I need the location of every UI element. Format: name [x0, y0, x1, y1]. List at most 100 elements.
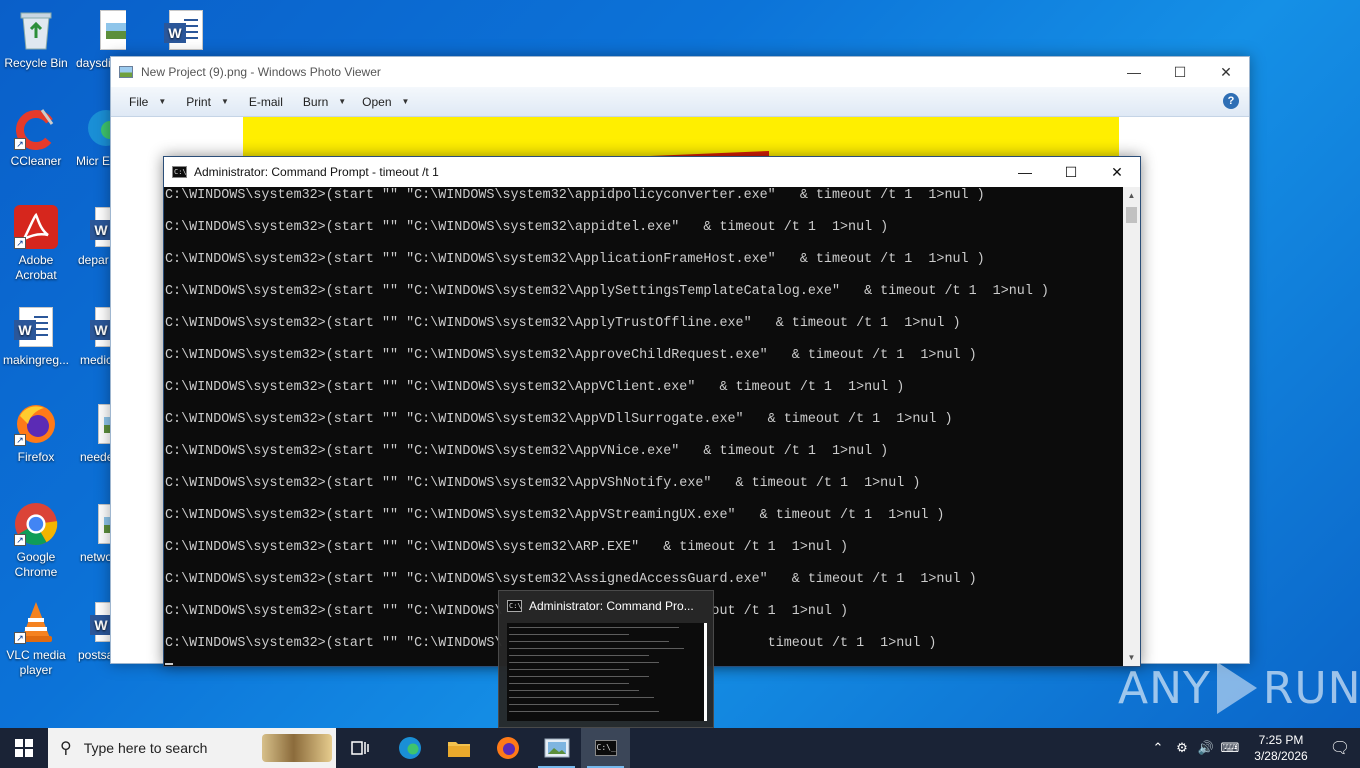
taskbar-command-prompt[interactable]: C:\_ — [581, 728, 630, 768]
start-button[interactable] — [0, 728, 48, 768]
acrobat-icon: ↗ — [14, 205, 58, 249]
console-line: C:\WINDOWS\system32>(start "" "C:\WINDOW… — [165, 316, 961, 331]
desktop-icon-makingreg[interactable]: W makingreg... — [0, 305, 72, 368]
chevron-down-icon: ▼ — [401, 97, 410, 106]
desktop-icon-label: Firefox — [17, 450, 55, 464]
desktop-icon-label: Adobe Acrobat — [15, 253, 57, 282]
play-icon — [1216, 662, 1257, 714]
taskbar-edge[interactable] — [385, 728, 434, 768]
photo-viewer-titlebar[interactable]: New Project (9).png - Windows Photo View… — [111, 57, 1249, 87]
scroll-up-icon[interactable]: ▲ — [1123, 187, 1140, 204]
desktop-icon-label: neede — [80, 450, 114, 464]
clock-date: 3/28/2026 — [1254, 749, 1308, 763]
desktop-icon-word-doc[interactable]: W — [150, 8, 222, 56]
console-line: C:\WINDOWS\system32>(start "" "C:\WINDOW… — [165, 284, 1049, 299]
cmd-titlebar[interactable]: C:\ Administrator: Command Prompt - time… — [164, 157, 1140, 187]
scrollbar-thumb[interactable] — [1126, 207, 1137, 223]
task-view-icon — [350, 741, 369, 755]
search-highlight-image — [262, 734, 332, 762]
desktop-icon-vlc[interactable]: ↗ VLC media player — [0, 600, 72, 678]
recycle-bin-icon — [14, 8, 58, 52]
taskbar-photo-viewer[interactable] — [532, 728, 581, 768]
desktop-icon-adobe-acrobat[interactable]: ↗ Adobe Acrobat — [0, 205, 72, 283]
desktop-icon-label: depar — [78, 253, 109, 267]
console-line: C:\WINDOWS\system32>(start "" "C:\WINDOW… — [165, 476, 921, 491]
command-prompt-icon: C:\ — [507, 600, 522, 612]
close-button[interactable]: ✕ — [1203, 57, 1249, 87]
photo-viewer-icon — [119, 66, 133, 78]
search-placeholder: Type here to search — [83, 740, 208, 756]
desktop-icon-label: medic — [80, 353, 113, 367]
photo-viewer-menubar: File ▼ Print ▼ E-mail Burn ▼ Open ▼ — [111, 87, 1249, 117]
console-line: C:\WINDOWS\system32>(start "" "C:\WINDOW… — [165, 220, 889, 235]
desktop-icon-label: daysdi — [76, 56, 111, 70]
system-tray: ⌃ ⚙ 🔊 ⌨ 7:25 PM 3/28/2026 🗨 — [1146, 728, 1360, 768]
taskbar-file-explorer[interactable] — [434, 728, 483, 768]
preview-title: Administrator: Command Pro... — [529, 599, 694, 613]
command-prompt-icon: C:\_ — [594, 740, 617, 756]
console-line: C:\WINDOWS\system32>(start "" "C:\WINDOW… — [165, 508, 945, 523]
desktop-icon-recycle-bin[interactable]: Recycle Bin — [0, 8, 72, 71]
anyrun-watermark: ANY RUN — [1118, 662, 1360, 714]
watermark-text-right: RUN — [1262, 662, 1360, 714]
task-view-button[interactable] — [336, 728, 385, 768]
console-line: C:\WINDOWS\system32>(start "" "C:\WINDOW… — [165, 412, 953, 427]
firefox-icon — [496, 737, 519, 759]
word-document-icon: W — [164, 8, 208, 52]
menu-burn[interactable]: Burn ▼ — [293, 87, 356, 117]
taskbar-thumbnail-preview[interactable]: C:\ Administrator: Command Pro... — [498, 590, 714, 728]
console-scrollbar[interactable]: ▲ ▼ — [1123, 187, 1140, 666]
chevron-down-icon: ▼ — [220, 97, 229, 106]
chevron-down-icon: ▼ — [158, 97, 167, 106]
menu-email[interactable]: E-mail — [239, 87, 293, 117]
menu-open[interactable]: Open ▼ — [356, 87, 419, 117]
desktop-icon-ccleaner[interactable]: ↗ CCleaner — [0, 106, 72, 169]
desktop-icon-label: VLC media player — [6, 648, 66, 677]
menu-label: Print — [186, 94, 211, 109]
keyboard-icon[interactable]: ⌨ — [1218, 740, 1242, 756]
watermark-text-left: ANY — [1118, 662, 1211, 714]
help-icon[interactable]: ? — [1223, 93, 1239, 109]
desktop-icon-google-chrome[interactable]: ↗ Google Chrome — [0, 502, 72, 580]
vlc-icon: ↗ — [14, 600, 58, 644]
menu-label: E-mail — [248, 94, 283, 109]
desktop-icon-label: Google Chrome — [14, 550, 58, 579]
chevron-up-icon[interactable]: ⌃ — [1146, 740, 1170, 756]
search-icon: ⚲ — [60, 740, 72, 757]
maximize-button[interactable]: ☐ — [1048, 157, 1094, 187]
image-file-icon — [94, 8, 126, 52]
close-button[interactable]: ✕ — [1094, 157, 1140, 187]
taskbar-search-box[interactable]: ⚲ Type here to search — [48, 728, 336, 768]
desktop-icon-label: makingreg... — [2, 353, 70, 367]
taskbar-firefox[interactable] — [483, 728, 532, 768]
notification-icon[interactable]: 🗨 — [1320, 738, 1360, 758]
menu-print[interactable]: Print ▼ — [176, 87, 239, 117]
clock[interactable]: 7:25 PM 3/28/2026 — [1242, 732, 1320, 764]
desktop-icon-firefox[interactable]: ↗ Firefox — [0, 402, 72, 465]
chevron-down-icon: ▼ — [338, 97, 347, 106]
desktop-icon-label: CCleaner — [10, 154, 62, 168]
window-title: Administrator: Command Prompt - timeout … — [194, 165, 439, 179]
console-line: C:\WINDOWS\system32>(start "" "C:\WINDOW… — [165, 540, 849, 555]
chrome-icon: ↗ — [14, 502, 58, 546]
console-line: C:\WINDOWS\system32>(start "" "C:\WINDOW… — [165, 572, 977, 587]
volume-icon[interactable]: 🔊 — [1194, 740, 1218, 756]
desktop-icon-label: postsa — [78, 648, 114, 662]
network-icon[interactable]: ⚙ — [1170, 740, 1194, 756]
firefox-icon: ↗ — [14, 402, 58, 446]
minimize-button[interactable]: — — [1002, 157, 1048, 187]
ccleaner-icon: ↗ — [14, 106, 58, 150]
menu-file[interactable]: File ▼ — [119, 87, 176, 117]
preview-thumbnail[interactable] — [507, 623, 707, 721]
preview-titlebar: C:\ Administrator: Command Pro... — [499, 591, 713, 621]
desktop-icon-label: netwo — [80, 550, 113, 564]
console-line: C:\WINDOWS\system32>(start "" "C:\WINDOW… — [165, 444, 889, 459]
clock-time: 7:25 PM — [1258, 733, 1304, 747]
maximize-button[interactable]: ☐ — [1157, 57, 1203, 87]
file-explorer-icon — [447, 742, 470, 757]
menu-label: Burn — [302, 94, 329, 109]
photo-viewer-icon — [544, 738, 569, 758]
minimize-button[interactable]: — — [1111, 57, 1157, 87]
menu-label: Open — [362, 94, 392, 109]
taskbar: ⚲ Type here to search C:\_ ⌃ ⚙ 🔊 ⌨ 7:25 … — [0, 728, 1360, 768]
